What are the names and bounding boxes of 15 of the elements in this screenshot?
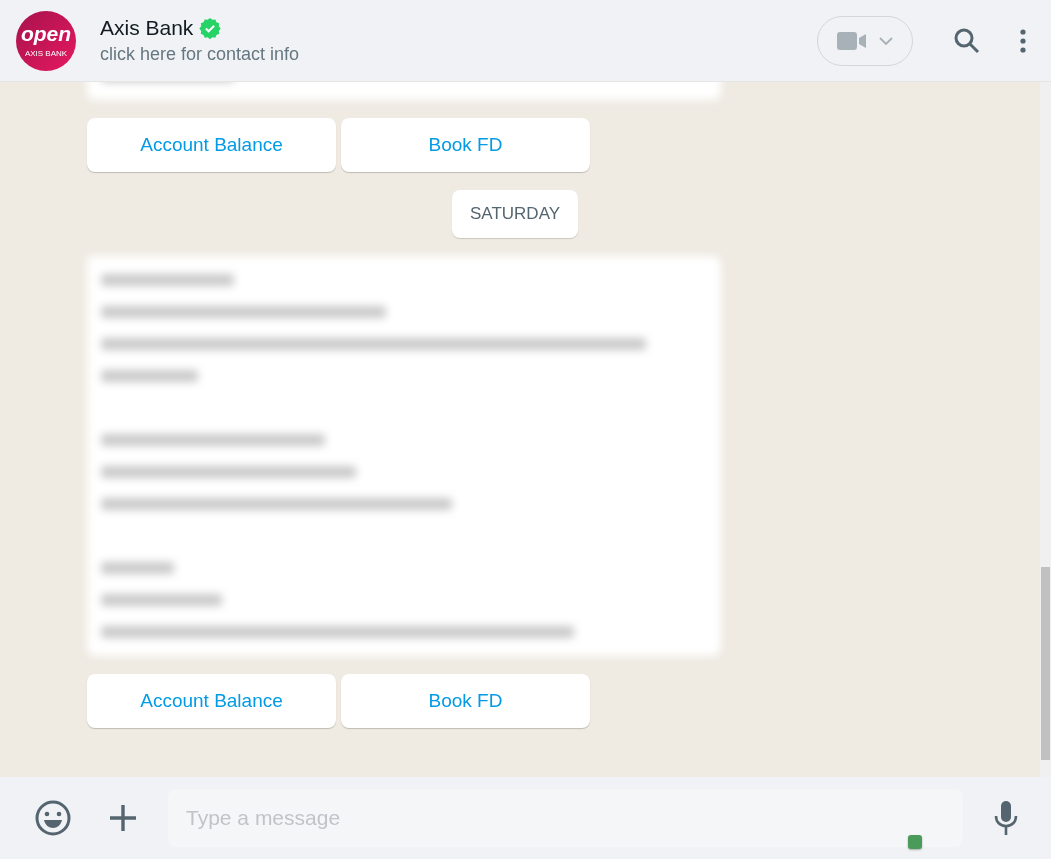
logo-caption: AXIS BANK xyxy=(24,49,68,58)
chevron-down-icon xyxy=(878,35,894,46)
quick-reply-button[interactable]: Account Balance xyxy=(87,674,336,728)
scrollbar[interactable] xyxy=(1040,82,1051,777)
plus-icon xyxy=(108,803,138,833)
quick-reply-button[interactable]: Book FD xyxy=(341,674,590,728)
contact-name: Axis Bank xyxy=(100,16,194,40)
contact-info-link[interactable]: click here for contact info xyxy=(100,44,793,65)
status-square xyxy=(908,835,922,849)
quick-reply-button[interactable]: Book FD xyxy=(341,118,590,172)
logo-wordmark: open xyxy=(20,23,72,45)
avatar[interactable]: open AXIS BANK xyxy=(16,10,76,71)
date-chip: SATURDAY xyxy=(452,190,579,238)
more-options-icon xyxy=(1017,26,1029,55)
quick-reply-button[interactable]: Account Balance xyxy=(87,118,336,172)
